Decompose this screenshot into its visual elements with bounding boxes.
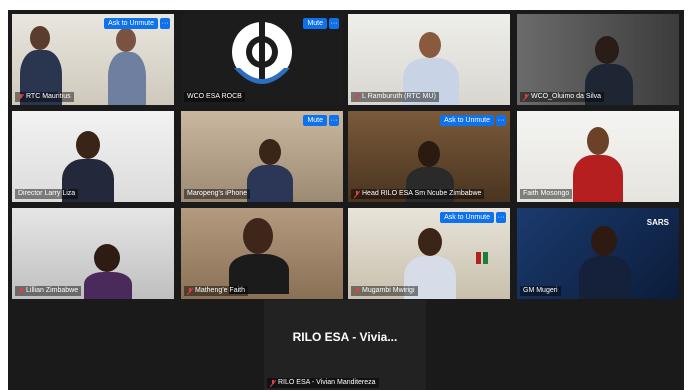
participant-nameplate: WCO_Oluimo da Silva <box>520 92 605 102</box>
video-tile-rtc-mauritius[interactable]: Ask to Unmute ··· RTC Mauritius <box>12 14 174 105</box>
participant-nameplate: WCO ESA ROCB <box>184 92 245 102</box>
video-tile-director-larry-liza[interactable]: Director Larry Liza <box>12 111 174 202</box>
participant-nameplate: Head RILO ESA Sm Ncube Zimbabwe <box>351 189 485 199</box>
participant-nameplate: Maropeng's iPhone <box>184 189 251 199</box>
flag-decoration <box>483 252 488 264</box>
participant-name: GM Mugeri <box>523 287 558 294</box>
tile-controls: Ask to Unmute ··· <box>440 212 506 223</box>
participant-name: Faith Mosongo <box>523 190 570 197</box>
more-options-button[interactable]: ··· <box>496 212 506 223</box>
participant-name: WCO ESA ROCB <box>187 93 242 100</box>
participant-nameplate: Faith Mosongo <box>520 189 573 199</box>
more-options-button[interactable]: ··· <box>329 18 339 29</box>
participant-name: Head RILO ESA Sm Ncube Zimbabwe <box>362 190 482 197</box>
video-tile-rilo-esa-vivian[interactable]: RILO ESA - Vivia... RILO ESA - Vivian Ma… <box>264 300 426 390</box>
mic-muted-icon <box>354 287 360 295</box>
ask-to-unmute-button[interactable]: Ask to Unmute <box>440 212 494 223</box>
video-tile-gm-mugeri[interactable]: SARS GM Mugeri <box>517 208 679 299</box>
mic-muted-icon <box>187 287 193 295</box>
video-tile-lillian-zimbabwe[interactable]: Lillian Zimbabwe <box>12 208 174 299</box>
participant-nameplate: GM Mugeri <box>520 286 561 296</box>
participant-nameplate: Lillian Zimbabwe <box>15 286 82 296</box>
mic-muted-icon <box>354 93 360 101</box>
video-grid: Ask to Unmute ··· RTC Mauritius Mute ···… <box>12 14 680 300</box>
video-tile-matheng-e-faith[interactable]: Matheng'e Faith <box>181 208 343 299</box>
mic-muted-icon <box>18 287 24 295</box>
video-tile-wco-oluimo[interactable]: WCO_Oluimo da Silva <box>517 14 679 105</box>
video-tile-wco-esa-rocb[interactable]: Mute ··· WCO ESA ROCB <box>181 14 343 105</box>
participant-name: Lillian Zimbabwe <box>26 287 79 294</box>
mute-button[interactable]: Mute <box>303 115 327 126</box>
mic-muted-icon <box>354 190 360 198</box>
ask-to-unmute-button[interactable]: Ask to Unmute <box>104 18 158 29</box>
tile-controls: Ask to Unmute ··· <box>104 18 170 29</box>
tile-controls: Mute ··· <box>303 18 339 29</box>
participant-nameplate: L Ramburuth (RTC MU) <box>351 92 439 102</box>
participant-nameplate: RILO ESA - Vivian Manditereza <box>267 378 379 388</box>
mic-muted-icon <box>18 93 24 101</box>
video-tile-maropeng-iphone[interactable]: Mute ··· Maropeng's iPhone <box>181 111 343 202</box>
more-options-button[interactable]: ··· <box>329 115 339 126</box>
participant-name: WCO_Oluimo da Silva <box>531 93 602 100</box>
wco-logo-icon <box>232 22 292 84</box>
ask-to-unmute-button[interactable]: Ask to Unmute <box>440 115 494 126</box>
video-tile-mugambi-mwirigi[interactable]: Ask to Unmute ··· Mugambi Mwirigi <box>348 208 510 299</box>
participant-nameplate: Matheng'e Faith <box>184 286 248 296</box>
mic-muted-icon <box>270 379 276 387</box>
participant-display-name: RILO ESA - Vivia... <box>292 330 398 344</box>
participant-name: RTC Mauritius <box>26 93 71 100</box>
mute-button[interactable]: Mute <box>303 18 327 29</box>
more-options-button[interactable]: ··· <box>496 115 506 126</box>
flag-decoration <box>476 252 481 264</box>
participant-name: Mugambi Mwirigi <box>362 287 415 294</box>
more-options-button[interactable]: ··· <box>160 18 170 29</box>
participant-name: L Ramburuth (RTC MU) <box>362 93 436 100</box>
tile-controls: Mute ··· <box>303 115 339 126</box>
participant-name: Matheng'e Faith <box>195 287 245 294</box>
participant-name: Maropeng's iPhone <box>187 190 248 197</box>
mic-muted-icon <box>523 93 529 101</box>
video-tile-l-ramburuth[interactable]: L Ramburuth (RTC MU) <box>348 14 510 105</box>
participant-nameplate: RTC Mauritius <box>15 92 74 102</box>
video-tile-faith-mosongo[interactable]: Faith Mosongo <box>517 111 679 202</box>
tile-controls: Ask to Unmute ··· <box>440 115 506 126</box>
video-tile-head-rilo-esa[interactable]: Ask to Unmute ··· Head RILO ESA Sm Ncube… <box>348 111 510 202</box>
participant-nameplate: Director Larry Liza <box>15 189 79 199</box>
participant-nameplate: Mugambi Mwirigi <box>351 286 418 296</box>
meeting-window: Ask to Unmute ··· RTC Mauritius Mute ···… <box>8 10 684 390</box>
participant-name: RILO ESA - Vivian Manditereza <box>278 379 376 386</box>
participant-name: Director Larry Liza <box>18 190 76 197</box>
sars-logo: SARS <box>646 218 669 227</box>
